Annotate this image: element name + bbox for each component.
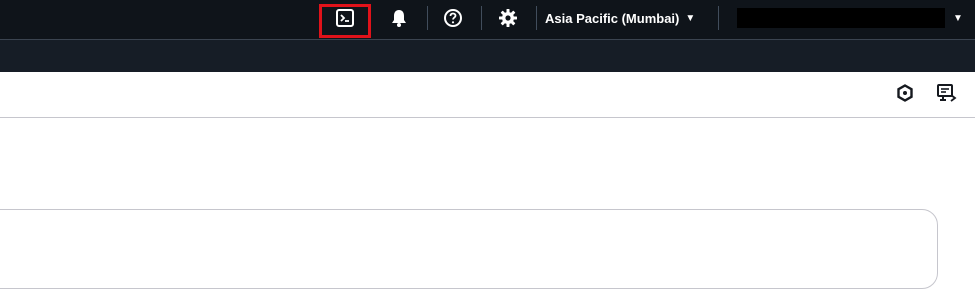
content-toolbar <box>0 72 975 118</box>
region-selector[interactable]: Asia Pacific (Mumbai) ▼ <box>545 0 695 36</box>
hexagon-button[interactable] <box>892 82 918 108</box>
separator <box>718 6 719 30</box>
feedback-button[interactable] <box>934 82 960 108</box>
top-navigation-bar: Asia Pacific (Mumbai) ▼ ▼ <box>0 0 975 40</box>
caret-down-icon: ▼ <box>953 12 963 24</box>
cloudshell-icon <box>335 8 355 28</box>
screen-feedback-icon <box>936 83 958 108</box>
caret-down-icon: ▼ <box>685 12 696 24</box>
notifications-button[interactable] <box>386 0 412 36</box>
help-icon <box>443 8 463 28</box>
help-button[interactable] <box>440 0 466 36</box>
account-menu[interactable]: ▼ <box>737 0 967 36</box>
separator <box>481 6 482 30</box>
secondary-navigation-bar <box>0 40 975 72</box>
separator <box>427 6 428 30</box>
separator <box>536 6 537 30</box>
settings-button[interactable] <box>495 0 521 36</box>
cloudshell-button[interactable] <box>332 0 358 36</box>
gear-icon <box>498 8 518 28</box>
region-label: Asia Pacific (Mumbai) <box>545 10 680 26</box>
content-card <box>0 209 938 289</box>
bell-icon <box>389 8 409 28</box>
redacted-account-name <box>737 8 945 28</box>
hexagon-icon <box>896 83 914 107</box>
